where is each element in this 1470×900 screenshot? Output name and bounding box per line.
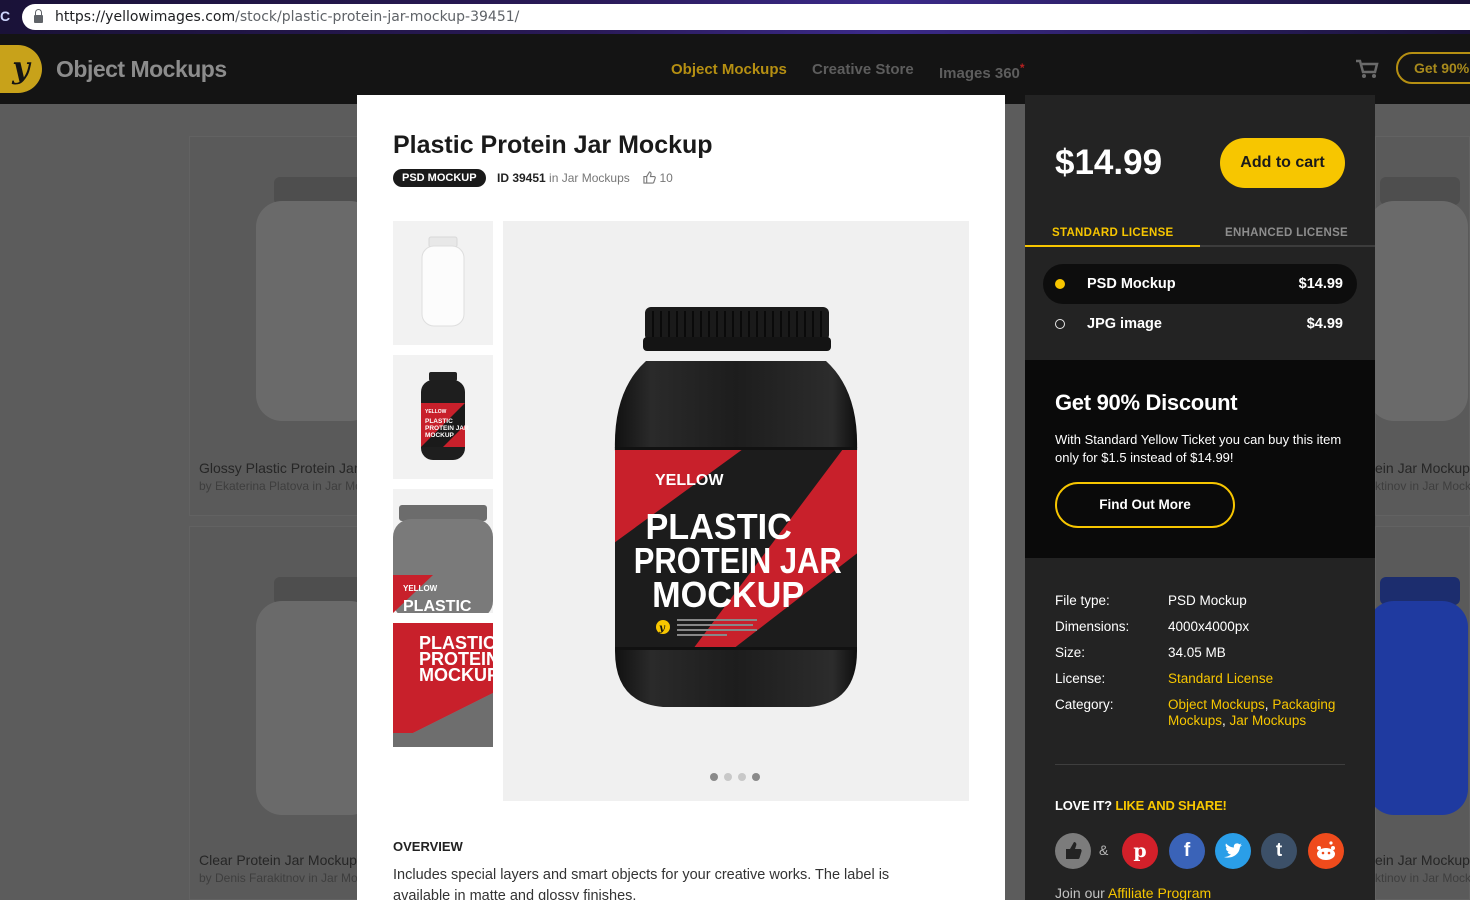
discount-promo: Get 90% Discount With Standard Yellow Ti…	[1025, 360, 1375, 558]
nav-creative-store[interactable]: Creative Store	[812, 61, 914, 78]
carousel-dots	[710, 773, 760, 781]
facebook-icon[interactable]: f	[1169, 833, 1205, 869]
nav-object-mockups[interactable]: Object Mockups	[671, 61, 787, 78]
svg-text:PROTEIN JAR: PROTEIN JAR	[425, 425, 469, 432]
in-label: in	[549, 171, 559, 185]
add-to-cart-button[interactable]: Add to cart	[1220, 138, 1345, 188]
svg-text:YELLOW: YELLOW	[403, 584, 438, 593]
lock-icon	[34, 8, 43, 23]
yellow-images-logo[interactable]: y	[0, 45, 42, 93]
option-price: $4.99	[1306, 316, 1343, 332]
bg-card-author: ktinov in Jar Mock	[1375, 479, 1470, 493]
get-90-button[interactable]: Get 90%	[1396, 52, 1470, 84]
category-link-object-mockups[interactable]: Object Mockups	[1168, 697, 1265, 712]
bg-card	[189, 136, 376, 516]
main-product-image[interactable]: YELLOW PLASTIC PROTEIN JAR MOCKUP y	[503, 221, 969, 801]
bg-card-author: by Denis Farakitnov in Jar Mo	[199, 871, 358, 885]
product-modal: Plastic Protein Jar Mockup PSD MOCKUP ID…	[357, 95, 1005, 900]
svg-text:PLASTIC: PLASTIC	[425, 418, 453, 425]
option-price: $14.99	[1298, 276, 1343, 292]
affiliate-text: Join our Affiliate Program	[1055, 885, 1212, 900]
svg-text:MOCKUP: MOCKUP	[425, 432, 455, 439]
thumbnail-white-jar[interactable]	[393, 221, 493, 345]
carousel-dot[interactable]	[710, 773, 718, 781]
bg-card-title: ein Jar Mockup	[1375, 852, 1470, 868]
pinterest-icon[interactable]: p	[1122, 833, 1158, 869]
option-name: PSD Mockup	[1087, 276, 1176, 292]
thumbnail-black-jar[interactable]: YELLOW PLASTIC PROTEIN JAR MOCKUP	[393, 355, 493, 479]
jar-line-3: MOCKUP	[652, 575, 804, 615]
svg-text:PLASTIC: PLASTIC	[403, 598, 472, 613]
radio-selected[interactable]	[1055, 279, 1065, 289]
affiliate-link[interactable]: Affiliate Program	[1108, 885, 1211, 900]
svg-text:YELLOW: YELLOW	[425, 409, 447, 415]
ampersand: &	[1099, 842, 1109, 858]
twitter-icon[interactable]	[1215, 833, 1251, 869]
url-field[interactable]: https://yellowimages.com/stock/plastic-p…	[22, 4, 1470, 30]
like-icon[interactable]	[1055, 833, 1091, 869]
bg-card-author: by Ekaterina Platova in Jar Mo	[199, 479, 362, 493]
bg-card	[1368, 136, 1470, 516]
site-header: y Object Mockups Object Mockups Creative…	[0, 34, 1470, 104]
cart-icon[interactable]	[1355, 59, 1379, 79]
browser-fragment: C	[0, 8, 11, 24]
radio-unselected[interactable]	[1055, 319, 1065, 329]
new-mark: *	[1019, 61, 1025, 75]
protein-jar-image: YELLOW PLASTIC PROTEIN JAR MOCKUP y	[614, 307, 858, 707]
nav-images-360[interactable]: Images 360*	[939, 61, 1025, 82]
license-tabs: STANDARD LICENSE ENHANCED LICENSE	[1025, 221, 1375, 247]
overview-heading: OVERVIEW	[393, 839, 463, 854]
brand-title[interactable]: Object Mockups	[56, 56, 227, 83]
price: $14.99	[1055, 143, 1163, 182]
love-it-text: LOVE IT? LIKE AND SHARE!	[1055, 798, 1227, 813]
thumbnail-gray-jar[interactable]: YELLOW PLASTIC	[393, 489, 493, 613]
bg-card	[1368, 526, 1470, 900]
option-psd-mockup[interactable]: PSD Mockup $14.99	[1043, 264, 1357, 304]
browser-address-bar: C https://yellowimages.com/stock/plastic…	[0, 0, 1470, 34]
thumbs-up-icon[interactable]	[643, 171, 656, 184]
tumblr-icon[interactable]: t	[1261, 833, 1297, 869]
bg-card-title: ein Jar Mockup	[1375, 460, 1470, 476]
bg-card	[189, 526, 376, 900]
find-out-more-button[interactable]: Find Out More	[1055, 482, 1235, 528]
bg-card-title: Glossy Plastic Protein Jar	[199, 460, 359, 476]
psd-mockup-badge: PSD MOCKUP	[393, 169, 486, 187]
svg-text:MOCKUP: MOCKUP	[419, 665, 493, 685]
bg-card-title: Clear Protein Jar Mockup	[199, 852, 357, 868]
option-jpg-image[interactable]: JPG image $4.99	[1043, 304, 1357, 344]
page-title: Plastic Protein Jar Mockup	[393, 131, 713, 159]
product-id: ID 39451	[497, 171, 546, 185]
reddit-icon[interactable]	[1308, 833, 1344, 869]
overview-text: Includes special layers and smart object…	[393, 867, 890, 900]
thumbnail-label-closeup[interactable]: PLASTIC PROTEIN JA MOCKUP	[393, 623, 493, 747]
category-link-jar[interactable]: Jar Mockups	[1230, 713, 1307, 728]
option-name: JPG image	[1087, 316, 1162, 332]
category-link[interactable]: Jar Mockups	[562, 171, 630, 185]
svg-text:y: y	[658, 623, 666, 634]
like-count: 10	[659, 171, 673, 185]
url-text: https://yellowimages.com/stock/plastic-p…	[55, 9, 520, 25]
tab-standard-license[interactable]: STANDARD LICENSE	[1052, 227, 1174, 239]
bg-card-author: ktinov in Jar Mock	[1375, 871, 1470, 885]
tab-enhanced-license[interactable]: ENHANCED LICENSE	[1225, 227, 1348, 239]
purchase-panel: $14.99 Add to cart STANDARD LICENSE ENHA…	[1025, 95, 1375, 900]
carousel-dot[interactable]	[738, 773, 746, 781]
active-tab-indicator	[1025, 245, 1200, 247]
carousel-dot[interactable]	[752, 773, 760, 781]
product-meta: ID 39451 in Jar Mockups 10	[497, 171, 673, 185]
jar-brand-text: YELLOW	[655, 472, 724, 489]
discount-text: With Standard Yellow Ticket you can buy …	[1055, 432, 1342, 465]
divider	[1055, 764, 1345, 765]
license-link[interactable]: Standard License	[1168, 671, 1358, 687]
discount-heading: Get 90% Discount	[1055, 390, 1238, 415]
carousel-dot[interactable]	[724, 773, 732, 781]
